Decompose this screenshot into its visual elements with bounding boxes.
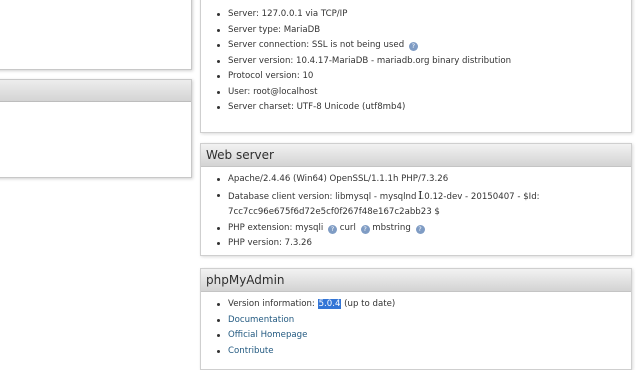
contribute-link[interactable]: Contribute bbox=[228, 346, 274, 356]
server-connection-item: Server connection: SSL is not being used… bbox=[201, 38, 631, 54]
version-info-item: Version information: 5.0.4 (up to date) bbox=[201, 297, 631, 313]
help-icon[interactable]: ? bbox=[415, 224, 425, 234]
documentation-item: Documentation bbox=[201, 313, 631, 329]
official-homepage-link[interactable]: Official Homepage bbox=[228, 330, 307, 340]
server-type-item: Server type: MariaDB bbox=[201, 23, 631, 39]
db-client-suffix: .0.12-dev - 20150407 - $Id: bbox=[421, 191, 540, 202]
web-server-panel: Web server Apache/2.4.46 (Win64) OpenSSL… bbox=[200, 143, 632, 256]
db-client-hash: 7cc7cc96e675f6d72e5cf0f267f48e167c2abb23… bbox=[228, 207, 440, 217]
php-extension-item: PHP extension: mysqli ? curl ? mbstring … bbox=[201, 221, 631, 237]
apache-version-item: Apache/2.4.46 (Win64) OpenSSL/1.1.1h PHP… bbox=[201, 172, 631, 188]
server-connection-text: Server connection: SSL is not being used bbox=[228, 40, 405, 50]
db-client-version-item: Database client version: libmysql - mysq… bbox=[201, 188, 631, 221]
user-item: User: root@localhost bbox=[201, 85, 631, 101]
documentation-link[interactable]: Documentation bbox=[228, 315, 294, 325]
help-icon[interactable]: ? bbox=[408, 42, 418, 51]
version-label: Version information: bbox=[228, 299, 318, 309]
php-extension-label: PHP extension: bbox=[228, 222, 296, 233]
phpmyadmin-list: Version information: 5.0.4 (up to date) … bbox=[201, 292, 631, 359]
server-version-item: Server version: 10.4.17-MariaDB - mariad… bbox=[201, 54, 631, 70]
left-panel-header bbox=[0, 80, 191, 102]
database-server-list: Server: 127.0.0.1 via TCP/IP Server type… bbox=[201, 0, 631, 116]
server-charset-item: Server charset: UTF-8 Unicode (utf8mb4) bbox=[201, 100, 631, 116]
web-server-list: Apache/2.4.46 (Win64) OpenSSL/1.1.1h PHP… bbox=[201, 167, 631, 252]
protocol-version-item: Protocol version: 10 bbox=[201, 69, 631, 85]
help-icon[interactable]: ? bbox=[328, 224, 337, 234]
database-server-panel: Server: 127.0.0.1 via TCP/IP Server type… bbox=[200, 0, 632, 133]
web-server-title: Web server bbox=[201, 144, 631, 167]
php-ext-mysqli: mysqli bbox=[295, 222, 324, 233]
phpmyadmin-panel: phpMyAdmin Version information: 5.0.4 (u… bbox=[200, 268, 632, 370]
left-panel-top bbox=[0, 0, 192, 70]
phpmyadmin-title: phpMyAdmin bbox=[201, 269, 631, 292]
help-icon[interactable]: ? bbox=[360, 224, 370, 234]
homepage-item: Official Homepage bbox=[201, 328, 631, 344]
php-ext-curl: curl bbox=[339, 222, 356, 233]
left-panel-bottom bbox=[0, 79, 192, 178]
db-client-prefix: Database client version: libmysql - mysq… bbox=[228, 191, 420, 202]
server-host-item: Server: 127.0.0.1 via TCP/IP bbox=[201, 7, 631, 23]
version-status: (up to date) bbox=[341, 299, 396, 309]
contribute-item: Contribute bbox=[201, 344, 631, 360]
php-ext-mbstring: mbstring bbox=[372, 222, 411, 233]
version-value[interactable]: 5.0.4 bbox=[317, 299, 342, 309]
php-version-item: PHP version: 7.3.26 bbox=[201, 236, 631, 252]
